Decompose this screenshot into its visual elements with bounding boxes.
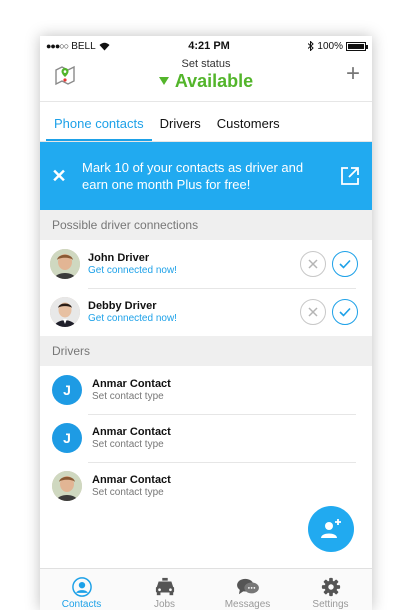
avatar [50, 249, 80, 279]
app-header: Set status Available + [40, 56, 372, 102]
bottom-nav: Contacts Jobs Messages Settings [40, 568, 372, 610]
nav-label: Messages [224, 599, 271, 610]
accept-button[interactable] [332, 299, 358, 325]
add-icon[interactable]: + [346, 62, 360, 86]
promo-banner: ✕ Mark 10 of your contacts as driver and… [40, 142, 372, 210]
status-text: Available [174, 71, 254, 91]
contact-subtitle[interactable]: Set contact type [92, 439, 372, 451]
nav-settings[interactable]: Settings [289, 569, 372, 610]
chat-icon [236, 578, 259, 595]
section-header-drivers: Drivers [40, 336, 372, 366]
list-item[interactable]: J Anmar Contact Set contact type [40, 414, 372, 462]
list-item[interactable]: Debby Driver Get connected now! [40, 288, 372, 336]
battery-icon [346, 41, 368, 51]
check-icon [339, 307, 351, 317]
avatar: J [52, 423, 82, 453]
section-header-possible: Possible driver connections [40, 210, 372, 240]
caret-down-icon [158, 77, 169, 85]
taxi-icon [155, 577, 174, 596]
list-item[interactable]: Anmar Contact Set contact type [40, 462, 372, 510]
contact-name: Anmar Contact [92, 474, 171, 486]
gear-icon [321, 577, 340, 597]
check-icon [339, 259, 351, 269]
add-contact-button[interactable] [308, 506, 354, 552]
phone-screen: ●●●○○ BELL 4:21 PM 100% Set status Avail… [40, 36, 372, 610]
battery-percent: 100% [317, 40, 343, 52]
nav-label: Settings [312, 599, 349, 610]
carrier-label: BELL [71, 40, 96, 52]
close-icon[interactable]: ✕ [40, 166, 78, 187]
status-bar: ●●●○○ BELL 4:21 PM 100% [40, 36, 372, 56]
close-icon [308, 307, 318, 317]
decline-button[interactable] [300, 251, 326, 277]
list-item[interactable]: John Driver Get connected now! [40, 240, 372, 288]
banner-message: Mark 10 of your contacts as driver and e… [82, 160, 304, 192]
tab-bar: Phone contacts Drivers Customers [40, 102, 372, 142]
decline-button[interactable] [300, 299, 326, 325]
nav-contacts[interactable]: Contacts [40, 569, 123, 610]
tab-drivers[interactable]: Drivers [152, 116, 209, 141]
open-external-icon[interactable] [328, 165, 372, 187]
tab-customers[interactable]: Customers [209, 116, 288, 141]
person-icon [71, 577, 92, 597]
status-value[interactable]: Available [158, 70, 254, 92]
nav-label: Jobs [153, 599, 176, 610]
nav-label: Contacts [61, 599, 102, 610]
contact-name: Debby Driver [88, 300, 157, 312]
status-selector[interactable]: Set status Available [40, 58, 372, 92]
contact-name: Anmar Contact [92, 426, 171, 438]
contact-subtitle[interactable]: Set contact type [92, 487, 372, 499]
set-status-label: Set status [181, 58, 231, 70]
clock: 4:21 PM [188, 40, 230, 52]
nav-messages[interactable]: Messages [206, 569, 289, 610]
accept-button[interactable] [332, 251, 358, 277]
close-icon [308, 259, 318, 269]
add-person-icon [321, 519, 341, 538]
avatar [50, 297, 80, 327]
contact-name: Anmar Contact [92, 378, 171, 390]
nav-jobs[interactable]: Jobs [123, 569, 206, 610]
tab-phone-contacts[interactable]: Phone contacts [46, 116, 152, 141]
avatar [52, 471, 82, 501]
contact-subtitle[interactable]: Get connected now! [88, 313, 300, 325]
list-item[interactable]: J Anmar Contact Set contact type [40, 366, 372, 414]
avatar: J [52, 375, 82, 405]
signal-icon: ●●●○○ [46, 41, 69, 51]
contact-subtitle[interactable]: Get connected now! [88, 265, 300, 277]
bluetooth-icon [308, 41, 315, 51]
contact-name: John Driver [88, 252, 150, 264]
contact-subtitle[interactable]: Set contact type [92, 391, 372, 403]
wifi-icon [99, 42, 110, 50]
